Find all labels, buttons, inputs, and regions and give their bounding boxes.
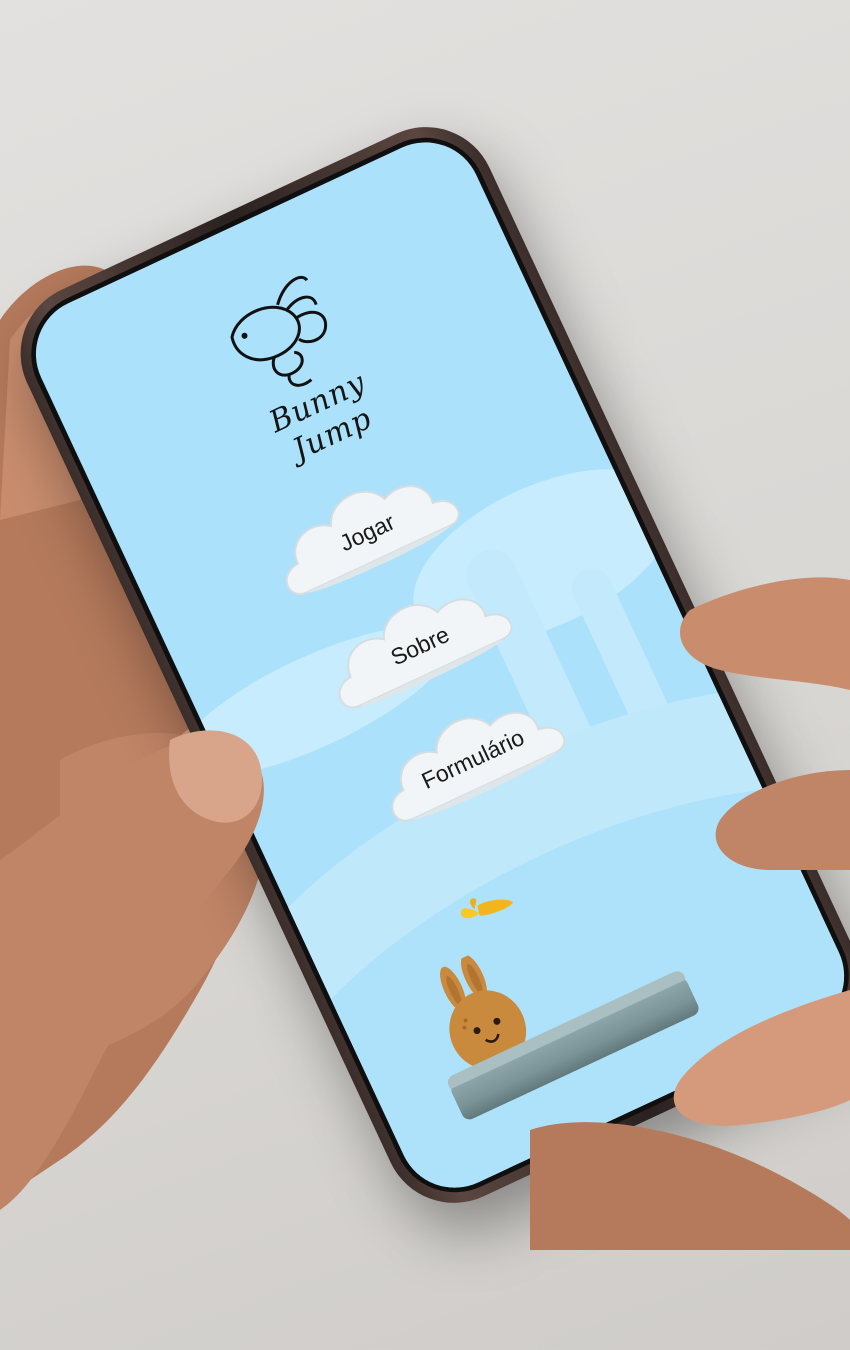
left-thumb [0,730,264,1210]
right-hand [530,577,850,1250]
photo-scene: Bunny Jump Jogar Sobre Formulário [0,0,850,1350]
game-logo: Bunny Jump [179,242,414,472]
